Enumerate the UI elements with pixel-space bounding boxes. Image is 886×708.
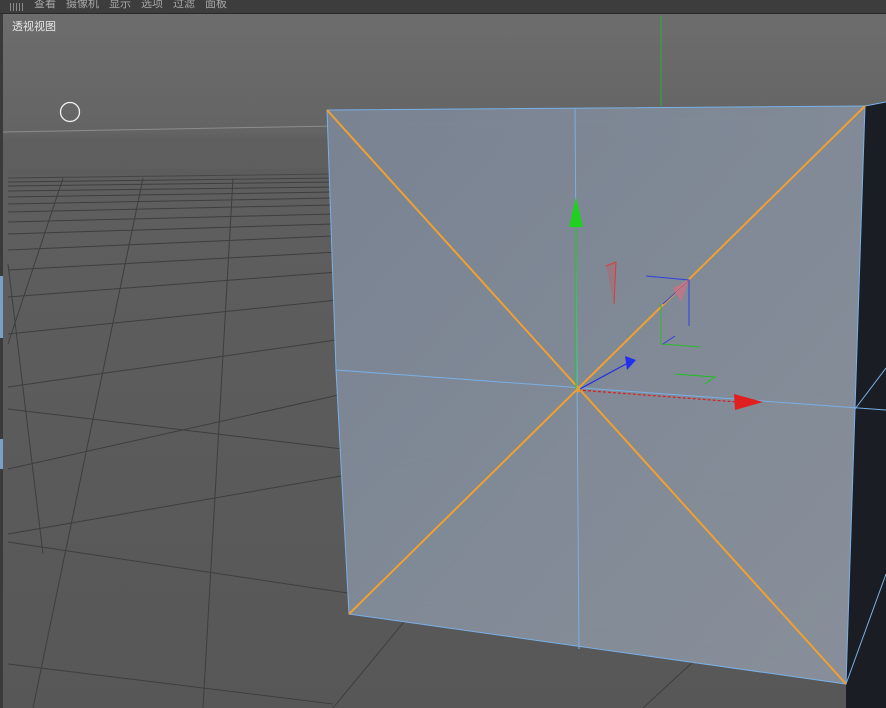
- viewport-menubar: 查看 摄像机 显示 选项 过滤 面板: [0, 0, 886, 14]
- menu-options[interactable]: 选项: [141, 0, 163, 9]
- cube-front-face[interactable]: [327, 106, 865, 684]
- menu-display[interactable]: 显示: [109, 0, 131, 9]
- menu-filter[interactable]: 过滤: [173, 0, 195, 9]
- cinema4d-viewport-window: 查看 摄像机 显示 选项 过滤 面板 透视视图: [0, 0, 886, 708]
- viewport-scene[interactable]: [3, 14, 886, 708]
- grip-icon[interactable]: [10, 2, 24, 11]
- perspective-viewport[interactable]: 透视视图: [3, 14, 886, 708]
- object-pivot[interactable]: [575, 387, 581, 393]
- floor-fade: [8, 169, 338, 181]
- menu-panel[interactable]: 面板: [205, 0, 227, 9]
- view-label[interactable]: 透视视图: [9, 19, 59, 34]
- menu-camera[interactable]: 摄像机: [66, 0, 99, 9]
- menu-view[interactable]: 查看: [34, 0, 56, 9]
